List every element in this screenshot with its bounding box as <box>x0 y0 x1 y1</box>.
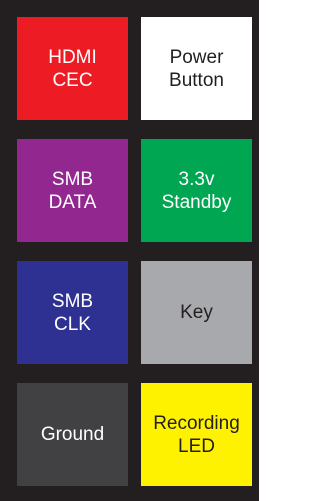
pin-3v3-standby: 3.3v Standby <box>141 139 252 242</box>
pin-label: HDMI CEC <box>48 46 97 91</box>
pin-label: Ground <box>40 424 105 445</box>
pin-power-button: Power Button <box>141 17 252 120</box>
pin-label: Power Button <box>169 46 224 91</box>
pin-label: SMB CLK <box>51 290 94 335</box>
pin-smb-clk: SMB CLK <box>17 261 128 364</box>
pin-label: Key <box>180 302 213 323</box>
pin-smb-data: SMB DATA <box>17 139 128 242</box>
pin-label: Recording LED <box>153 412 240 457</box>
pin-hdmi-cec: HDMI CEC <box>17 17 128 120</box>
pin-label: 3.3v Standby <box>161 168 232 213</box>
pin-key: Key <box>141 261 252 364</box>
pin-label: SMB DATA <box>48 168 97 213</box>
pin-recording-led: Recording LED <box>141 383 252 486</box>
pin-ground: Ground <box>17 383 128 486</box>
pin-header-diagram: HDMI CEC Power Button SMB DATA 3.3v Stan… <box>0 0 259 501</box>
